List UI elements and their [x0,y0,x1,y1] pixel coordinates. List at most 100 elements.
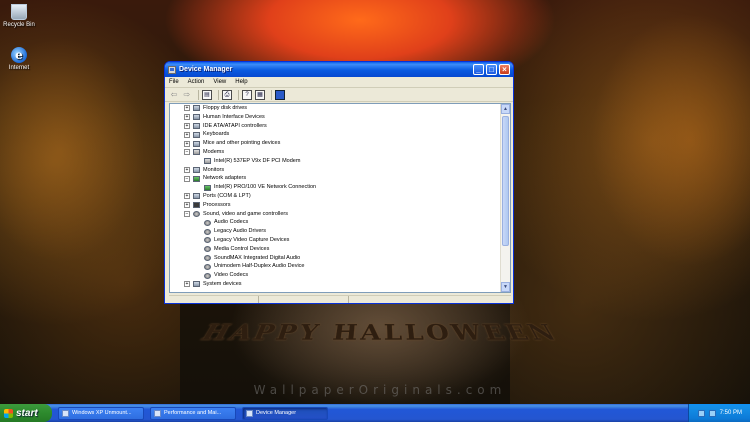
tree-item-label: Media Control Devices [214,245,270,252]
device-category-icon [193,131,200,138]
toolbar-separator [238,89,239,100]
tree-category[interactable]: + Processors [170,201,500,210]
tree-category[interactable]: + Floppy disk drives [170,104,500,113]
print-icon[interactable]: ⎙ [222,89,232,100]
tree-category[interactable]: − Modems [170,148,500,157]
tree-item-label: System devices [203,280,242,287]
tree-category[interactable]: − Sound, video and game controllers [170,210,500,219]
device-category-icon [204,158,211,165]
desktop-icon-label: Recycle Bin [3,22,35,28]
device-tree-pane[interactable]: + Floppy disk drives + Human Interface Devi… [169,103,511,293]
tree-category[interactable]: + Ports (COM & LPT) [170,192,500,201]
menu-action[interactable]: Action [188,79,205,85]
recycle-bin-icon [11,4,27,20]
tree-device[interactable]: Legacy Audio Drivers [170,227,500,236]
window-title: Device Manager [179,66,233,73]
expand-icon[interactable]: + [184,105,190,112]
tree-device[interactable]: SoundMAX Integrated Digital Audio [170,254,500,263]
scan-hardware-icon[interactable] [275,89,285,100]
scrollbar-thumb[interactable] [502,116,509,246]
minimize-button[interactable]: _ [473,64,484,75]
tree-category[interactable]: − Network adapters [170,174,500,183]
clock[interactable]: 7:50 PM [720,410,742,416]
tree-item-label: Audio Codecs [214,219,249,226]
expand-icon[interactable]: + [184,131,190,138]
tree-category[interactable]: + Mice and other pointing devices [170,139,500,148]
tree-category[interactable]: + Monitors [170,166,500,175]
tree-device[interactable]: Legacy Video Capture Devices [170,236,500,245]
expand-icon[interactable]: + [184,202,190,209]
tree-device[interactable]: Audio Codecs [170,218,500,227]
maximize-button[interactable]: □ [486,64,497,75]
collapse-icon[interactable]: − [184,149,190,156]
collapse-icon[interactable]: − [184,175,190,182]
taskbar-button-performance[interactable]: Performance and Mai... [150,406,236,420]
tree-item-label: Mice and other pointing devices [203,140,281,147]
taskbar-button-device-manager[interactable]: Device Manager [242,406,328,420]
status-cell [259,296,349,303]
menu-file[interactable]: File [169,79,179,85]
windows-flag-icon [4,408,13,418]
tree-category[interactable]: + System devices [170,280,500,289]
tree-item-label: Network adapters [203,175,247,182]
vertical-scrollbar[interactable]: ▲ ▼ [500,104,510,292]
taskbar-button-label: Windows XP Unmount... [72,410,132,416]
device-category-icon [193,210,200,217]
tree-item-label: Human Interface Devices [203,113,265,120]
device-category-icon [193,281,200,288]
forward-arrow-icon[interactable]: ⇨ [182,90,192,100]
tree-category[interactable]: + Human Interface Devices [170,113,500,122]
device-category-icon [193,193,200,200]
tree-item-label: Modems [203,148,225,155]
desktop-icon-internet[interactable]: e Internet [0,47,38,71]
expand-icon[interactable]: + [184,114,190,121]
show-hide-tree-icon[interactable]: ▦ [255,89,265,100]
taskbar-button-label: Performance and Mai... [164,410,222,416]
expand-icon[interactable]: + [184,166,190,173]
tree-category[interactable]: + IDE ATA/ATAPI controllers [170,122,500,131]
tree-item-label: Ports (COM & LPT) [203,192,251,199]
tree-device[interactable]: Intel(R) PRO/100 VE Network Connection [170,183,500,192]
expand-icon[interactable]: + [184,193,190,200]
tree-item-label: Keyboards [203,131,230,138]
help-icon[interactable]: ? [242,89,252,100]
tree-category[interactable]: + Keyboards [170,130,500,139]
device-category-icon [204,254,211,261]
toolbar-separator [198,89,199,100]
tree-device[interactable]: Video Codecs [170,271,500,280]
properties-icon[interactable]: ▤ [202,89,212,100]
status-cell [169,296,259,303]
device-manager-icon [246,409,253,417]
device-category-icon [193,175,200,182]
tree-device[interactable]: Intel(R) 537EP V9x DF PCI Modem [170,157,500,166]
scroll-up-arrow-icon[interactable]: ▲ [501,104,510,114]
device-category-icon [204,246,211,253]
tree-item-label: Monitors [203,166,225,173]
tree-item-label: Video Codecs [214,272,249,279]
collapse-icon[interactable]: − [184,210,190,217]
menu-view[interactable]: View [213,79,226,85]
start-button[interactable]: start [0,404,52,422]
expand-icon[interactable]: + [184,140,190,147]
scroll-down-arrow-icon[interactable]: ▼ [501,282,510,292]
device-category-icon [204,219,211,226]
volume-tray-icon[interactable] [708,409,716,417]
expand-icon[interactable]: + [184,122,190,129]
network-tray-icon[interactable] [697,409,705,417]
device-category-icon [193,105,200,112]
taskbar-button-unmount[interactable]: Windows XP Unmount... [58,406,144,420]
tree-device[interactable]: Unimodem Half-Duplex Audio Device [170,262,500,271]
toolbar-separator [218,89,219,100]
status-bar [169,295,511,303]
expand-icon[interactable]: + [184,281,190,288]
close-button[interactable]: × [499,64,510,75]
device-category-icon [193,114,200,121]
menu-help[interactable]: Help [235,79,247,85]
device-category-icon [193,122,200,129]
title-bar[interactable]: Device Manager _ □ × [165,62,513,77]
back-arrow-icon[interactable]: ⇦ [169,90,179,100]
device-manager-icon [168,65,176,74]
desktop-icon-recycle-bin[interactable]: Recycle Bin [0,4,38,28]
tree-device[interactable]: Media Control Devices [170,245,500,254]
start-label: start [16,407,38,419]
